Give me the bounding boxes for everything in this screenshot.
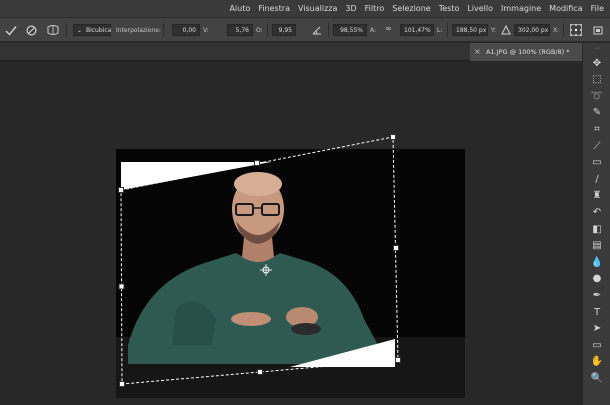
- menu-finestra[interactable]: Finestra: [258, 4, 290, 13]
- reference-point-icon[interactable]: [569, 23, 583, 37]
- x-position-label: X:: [553, 27, 560, 34]
- interpolation-value: Bicubica: [85, 27, 112, 34]
- transform-handle[interactable]: [395, 357, 401, 363]
- healing-brush-icon[interactable]: ▭: [588, 155, 606, 171]
- document-tab-label: A1.JPG @ 100% (RGB/8) *: [486, 48, 570, 56]
- menu-aiuto[interactable]: Aiuto: [229, 4, 250, 13]
- menu-3d[interactable]: 3D: [345, 4, 356, 13]
- transform-handle[interactable]: [119, 381, 125, 387]
- dodge-icon[interactable]: ●: [588, 271, 606, 287]
- pen-icon[interactable]: ✒: [588, 287, 606, 303]
- height-percent-label: A:: [370, 27, 377, 34]
- options-separator: [267, 23, 268, 37]
- warp-mode-icon[interactable]: [46, 24, 60, 36]
- clone-stamp-icon[interactable]: ♜: [588, 188, 606, 204]
- y-position-label: Y:: [491, 27, 496, 34]
- transform-handle[interactable]: [257, 369, 263, 375]
- transform-handle[interactable]: [118, 283, 125, 290]
- transform-handle[interactable]: [390, 134, 396, 140]
- eraser-icon[interactable]: ◧: [588, 221, 606, 237]
- menu-items: File Modifica Immagine Livello Testo Sel…: [229, 0, 604, 17]
- menu-livello[interactable]: Livello: [467, 4, 493, 13]
- cancel-icon[interactable]: [26, 25, 37, 36]
- transform-handle[interactable]: [393, 245, 399, 251]
- v-skew-field[interactable]: 0,00: [172, 24, 200, 36]
- close-icon[interactable]: ×: [474, 43, 481, 61]
- options-separator: [328, 23, 329, 37]
- width-percent-label: L:: [437, 27, 443, 34]
- menu-immagine[interactable]: Immagine: [501, 4, 541, 13]
- width-percent-field[interactable]: 101,47%: [400, 24, 434, 36]
- menu-modifica[interactable]: Modifica: [549, 4, 582, 13]
- options-separator: [66, 23, 67, 37]
- reference-point-marker[interactable]: [260, 264, 272, 276]
- canvas-area[interactable]: [0, 62, 582, 405]
- transform-handle[interactable]: [118, 187, 124, 193]
- rotation-angle-field[interactable]: 9,95: [272, 24, 296, 36]
- panel-grip-icon[interactable]: ⋯: [587, 46, 607, 52]
- rectangle-shape-icon[interactable]: ▭: [588, 337, 606, 353]
- quick-selection-icon[interactable]: ✎: [588, 105, 606, 121]
- document-tab[interactable]: × A1.JPG @ 100% (RGB/8) *: [470, 43, 582, 61]
- menu-visualizza[interactable]: Visualizza: [298, 4, 337, 13]
- rectangular-marquee-icon[interactable]: ⬚: [588, 72, 606, 88]
- relative-position-icon[interactable]: [501, 25, 511, 35]
- interpolation-label: Interpolazione:: [116, 27, 161, 34]
- commit-icon[interactable]: [5, 25, 17, 36]
- chevron-down-icon: ⌄: [77, 27, 83, 34]
- type-icon[interactable]: T: [588, 304, 606, 320]
- menu-selezione[interactable]: Selezione: [392, 4, 430, 13]
- move-tool-icon[interactable]: ✥: [588, 55, 606, 71]
- document-tab-bar: × A1.JPG @ 100% (RGB/8) *: [0, 43, 582, 61]
- interpolation-select[interactable]: ⌄ Bicubica: [73, 24, 111, 36]
- options-separator: [563, 23, 564, 37]
- crop-icon[interactable]: ⌗: [588, 121, 606, 137]
- o-skew-label: O:: [256, 27, 263, 34]
- gradient-icon[interactable]: ▤: [588, 238, 606, 254]
- y-position-field[interactable]: 188,50 px: [452, 24, 488, 36]
- o-skew-field[interactable]: 5,76: [227, 24, 253, 36]
- free-transform-overlay: [118, 134, 401, 387]
- menu-filtro[interactable]: Filtro: [365, 4, 385, 13]
- options-separator: [163, 23, 164, 37]
- tools-panel: ⋯ ✥ ⬚ ➰ ✎ ⌗ ⟋ ▭ ∕ ♜ ↶ ◧ ▤ 💧 ● ✒ T ➤ ▭ ✋ 🔍: [582, 43, 610, 405]
- path-selection-icon[interactable]: ➤: [588, 321, 606, 337]
- menu-file[interactable]: File: [591, 4, 604, 13]
- x-position-field[interactable]: 302,00 px: [514, 24, 550, 36]
- rotation-angle-icon: [312, 26, 321, 35]
- options-separator: [447, 23, 448, 37]
- menu-testo[interactable]: Testo: [439, 4, 460, 13]
- link-icon[interactable]: ∞: [385, 24, 392, 33]
- transform-handle[interactable]: [254, 160, 260, 166]
- height-percent-field[interactable]: 98,55%: [333, 24, 367, 36]
- transform-bounding-box[interactable]: [120, 136, 399, 385]
- brush-icon[interactable]: ∕: [588, 171, 606, 187]
- tool-preset-icon[interactable]: [592, 25, 604, 36]
- hand-icon[interactable]: ✋: [588, 354, 606, 370]
- zoom-icon[interactable]: 🔍: [588, 370, 606, 386]
- menu-bar: File Modifica Immagine Livello Testo Sel…: [0, 0, 610, 17]
- blur-icon[interactable]: 💧: [588, 254, 606, 270]
- history-brush-icon[interactable]: ↶: [588, 204, 606, 220]
- options-bar: ⌄ Bicubica Interpolazione: 0,00 V: 5,76 …: [0, 17, 610, 42]
- eyedropper-icon[interactable]: ⟋: [588, 138, 606, 154]
- v-skew-label: V:: [203, 27, 209, 34]
- lasso-icon[interactable]: ➰: [588, 88, 606, 104]
